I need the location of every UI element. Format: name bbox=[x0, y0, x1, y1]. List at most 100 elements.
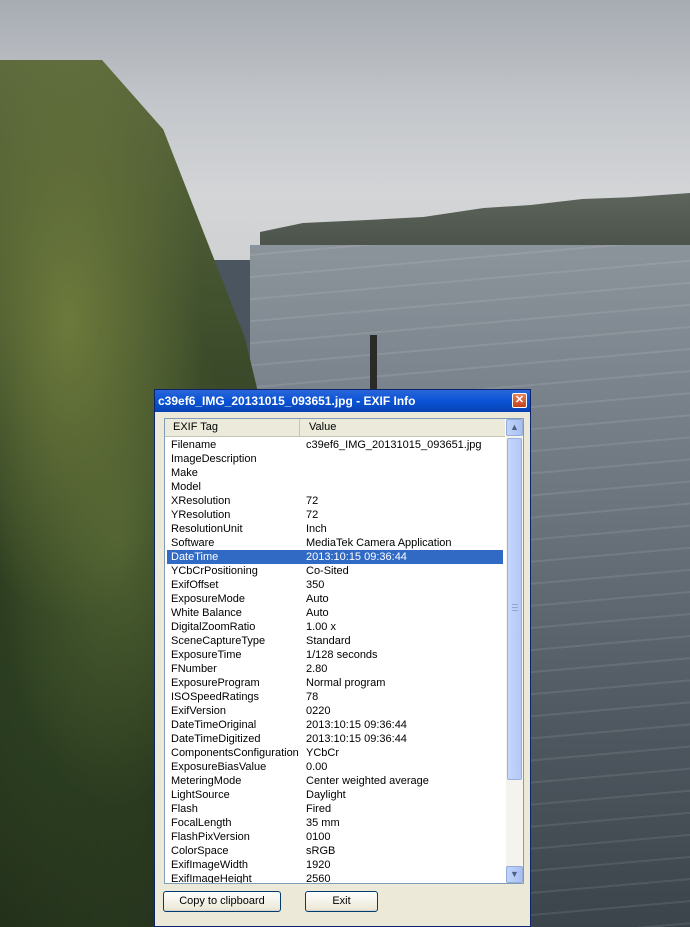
table-row[interactable]: ExposureTime 1/128 seconds bbox=[165, 648, 505, 662]
table-row[interactable]: Model bbox=[165, 480, 505, 494]
exif-value-cell: 1/128 seconds bbox=[306, 649, 378, 661]
table-row[interactable]: ImageDescription bbox=[165, 452, 505, 466]
window-title: c39ef6_IMG_20131015_093651.jpg - EXIF In… bbox=[158, 394, 416, 408]
wooden-post bbox=[370, 335, 377, 390]
table-row[interactable]: ResolutionUnit Inch bbox=[165, 522, 505, 536]
exif-tag-cell: ExifImageHeight bbox=[171, 873, 252, 884]
exif-value-cell: 350 bbox=[306, 579, 325, 591]
column-header-exif-tag[interactable]: EXIF Tag bbox=[165, 419, 300, 436]
exif-tag-cell: ExifImageWidth bbox=[171, 859, 249, 871]
exif-info-dialog: c39ef6_IMG_20131015_093651.jpg - EXIF In… bbox=[154, 389, 531, 927]
table-row[interactable]: DigitalZoomRatio 1.00 x bbox=[165, 620, 505, 634]
exif-value-cell: Auto bbox=[306, 607, 329, 619]
table-row[interactable]: ExifVersion 0220 bbox=[165, 704, 505, 718]
table-row[interactable]: Make bbox=[165, 466, 505, 480]
table-row[interactable]: LightSource Daylight bbox=[165, 788, 505, 802]
list-rows: Filename c39ef6_IMG_20131015_093651.jpg Im… bbox=[165, 438, 505, 884]
table-row[interactable]: ExifOffset 350 bbox=[165, 578, 505, 592]
exif-tag-cell: Flash bbox=[171, 803, 198, 815]
exif-value-cell: 78 bbox=[306, 691, 319, 703]
table-row[interactable]: ExifImageWidth 1920 bbox=[165, 858, 505, 872]
exif-value-cell: Center weighted average bbox=[306, 775, 429, 787]
table-row[interactable]: FocalLength 35 mm bbox=[165, 816, 505, 830]
exif-tag-cell: White Balance bbox=[171, 607, 242, 619]
exif-value-cell: 2.80 bbox=[306, 663, 328, 675]
exif-value-cell: Inch bbox=[306, 523, 327, 535]
table-row[interactable]: DateTimeDigitized 2013:10:15 09:36:44 bbox=[165, 732, 505, 746]
table-row[interactable]: SceneCaptureType Standard bbox=[165, 634, 505, 648]
table-row[interactable]: XResolution 72 bbox=[165, 494, 505, 508]
table-row[interactable]: YCbCrPositioning Co-Sited bbox=[165, 564, 505, 578]
table-row[interactable]: ComponentsConfiguration YCbCr bbox=[165, 746, 505, 760]
exif-tag-cell: FocalLength bbox=[171, 817, 232, 829]
exif-value-cell: 2013:10:15 09:36:44 bbox=[306, 551, 407, 563]
scrollbar-thumb[interactable] bbox=[507, 438, 522, 780]
table-row[interactable]: YResolution 72 bbox=[165, 508, 505, 522]
close-button[interactable]: ✕ bbox=[512, 393, 527, 408]
exif-tag-cell: Filename bbox=[171, 439, 217, 451]
exif-tag-cell: Model bbox=[171, 481, 201, 493]
exif-value-cell: c39ef6_IMG_20131015_093651.jpg bbox=[306, 439, 482, 451]
exif-tag-cell: DateTimeDigitized bbox=[171, 733, 261, 745]
title-bar[interactable]: c39ef6_IMG_20131015_093651.jpg - EXIF In… bbox=[155, 390, 530, 412]
table-row[interactable]: ExposureProgram Normal program bbox=[165, 676, 505, 690]
table-row[interactable]: FlashPixVersion 0100 bbox=[165, 830, 505, 844]
exit-button[interactable]: Exit bbox=[305, 891, 378, 912]
exif-value-cell: Normal program bbox=[306, 677, 386, 689]
exif-value-cell: YCbCr bbox=[306, 747, 340, 759]
scroll-up-arrow-icon[interactable]: ▲ bbox=[506, 419, 523, 436]
table-row[interactable]: ColorSpace sRGB bbox=[165, 844, 505, 858]
exif-tag-cell: Software bbox=[171, 537, 215, 549]
exif-tag-cell: ExifOffset bbox=[171, 579, 219, 591]
scroll-down-arrow-icon[interactable]: ▼ bbox=[506, 866, 523, 883]
exif-value-cell: 0220 bbox=[306, 705, 331, 717]
table-row[interactable]: ExifImageHeight 2560 bbox=[165, 872, 505, 884]
table-row[interactable]: Software MediaTek Camera Application bbox=[165, 536, 505, 550]
exif-value-cell: Co-Sited bbox=[306, 565, 349, 577]
exif-tag-cell: LightSource bbox=[171, 789, 230, 801]
exif-value-cell: Auto bbox=[306, 593, 329, 605]
table-row[interactable]: ExposureMode Auto bbox=[165, 592, 505, 606]
exif-tag-cell: ResolutionUnit bbox=[171, 523, 243, 535]
exif-tag-cell: FlashPixVersion bbox=[171, 831, 250, 843]
exif-tag-cell: ImageDescription bbox=[171, 453, 257, 465]
exif-value-cell: MediaTek Camera Application bbox=[306, 537, 452, 549]
exif-value-cell: 2560 bbox=[306, 873, 331, 884]
exif-list-view[interactable]: EXIF Tag Value Filename c39ef6_IMG_201310… bbox=[164, 418, 524, 884]
table-row[interactable]: Filename c39ef6_IMG_20131015_093651.jpg bbox=[165, 438, 505, 452]
exif-tag-cell: FNumber bbox=[171, 663, 217, 675]
grip-icon bbox=[512, 604, 518, 612]
exif-value-cell: 0100 bbox=[306, 831, 331, 843]
exif-tag-cell: ISOSpeedRatings bbox=[171, 691, 260, 703]
exif-value-cell: 35 mm bbox=[306, 817, 340, 829]
exif-tag-cell: YResolution bbox=[171, 509, 231, 521]
copy-to-clipboard-button[interactable]: Copy to clipboard bbox=[163, 891, 281, 912]
exif-value-cell: 0.00 bbox=[306, 761, 328, 773]
exif-tag-cell: DigitalZoomRatio bbox=[171, 621, 256, 633]
table-row[interactable]: DateTime 2013:10:15 09:36:44 bbox=[167, 550, 503, 564]
column-header-value[interactable]: Value bbox=[301, 419, 505, 436]
table-row[interactable]: MeteringMode Center weighted average bbox=[165, 774, 505, 788]
exif-tag-cell: ExposureProgram bbox=[171, 677, 260, 689]
exif-value-cell: 72 bbox=[306, 509, 319, 521]
exif-tag-cell: ExposureMode bbox=[171, 593, 245, 605]
exif-value-cell: Daylight bbox=[306, 789, 346, 801]
exif-value-cell: sRGB bbox=[306, 845, 336, 857]
exif-value-cell: 1920 bbox=[306, 859, 331, 871]
table-row[interactable]: Flash Fired bbox=[165, 802, 505, 816]
list-header: EXIF Tag Value bbox=[165, 419, 505, 437]
table-row[interactable]: FNumber 2.80 bbox=[165, 662, 505, 676]
vertical-scrollbar[interactable]: ▲ ▼ bbox=[506, 419, 523, 883]
exif-tag-cell: ExifVersion bbox=[171, 705, 227, 717]
exif-tag-cell: MeteringMode bbox=[171, 775, 242, 787]
exif-tag-cell: Make bbox=[171, 467, 198, 479]
table-row[interactable]: ISOSpeedRatings 78 bbox=[165, 690, 505, 704]
exif-tag-cell: ComponentsConfiguration bbox=[171, 747, 299, 759]
exif-tag-cell: ExposureBiasValue bbox=[171, 761, 267, 773]
table-row[interactable]: DateTimeOriginal 2013:10:15 09:36:44 bbox=[165, 718, 505, 732]
exif-tag-cell: ExposureTime bbox=[171, 649, 242, 661]
exif-value-cell: Standard bbox=[306, 635, 351, 647]
table-row[interactable]: ExposureBiasValue 0.00 bbox=[165, 760, 505, 774]
exif-value-cell: 2013:10:15 09:36:44 bbox=[306, 719, 407, 731]
table-row[interactable]: White Balance Auto bbox=[165, 606, 505, 620]
